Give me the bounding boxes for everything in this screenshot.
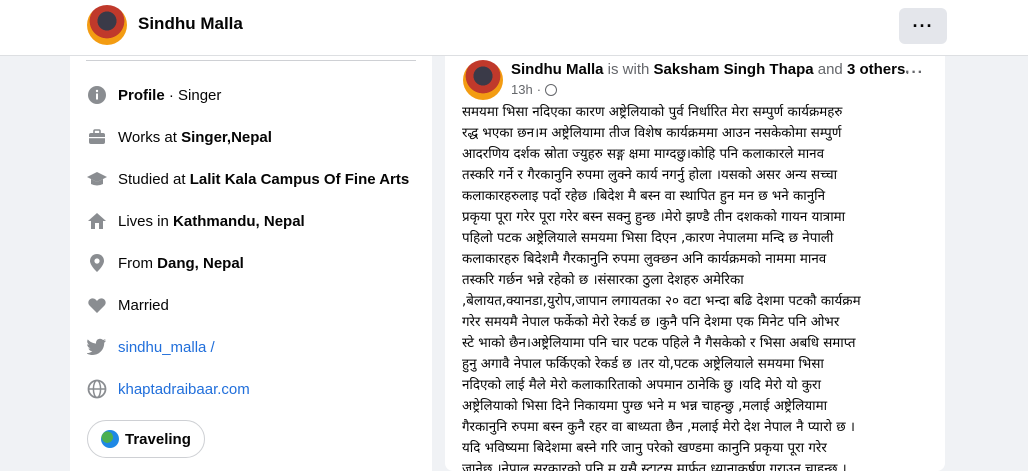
intro-website-row[interactable]: khaptadraibaar.com: [86, 377, 250, 401]
intro-study-bold[interactable]: Lalit Kala Campus Of Fine Arts: [190, 171, 410, 188]
post-line: तस्करि गर्छन भन्ने रहेको छ ।संसारका ठुला…: [462, 273, 744, 288]
graduation-cap-icon: [86, 168, 108, 190]
website-link[interactable]: khaptadraibaar.com: [118, 381, 250, 398]
post-and-text: and: [813, 61, 847, 78]
intro-from-row: From Dang, Nepal: [86, 251, 244, 275]
post-line: तस्करि गर्ने र गैरकानुनि रुपमा लुक्ने का…: [462, 168, 838, 183]
intro-lives-pre: Lives in: [118, 212, 174, 230]
globe-icon: [86, 378, 108, 400]
twitter-icon: [86, 336, 108, 358]
post-line: कलाकारहरु बिदेशमै गैरकानुनि रुपमा लुक्छन…: [462, 252, 827, 267]
earth-icon: [101, 430, 119, 448]
post-timestamp-row: 13h ·: [511, 82, 558, 97]
post-author-avatar[interactable]: [463, 60, 503, 100]
intro-profile-bold: Profile: [118, 86, 165, 104]
intro-from-pre: From: [118, 254, 158, 272]
hobby-label: Traveling: [125, 430, 191, 448]
post-line: यदि भविष्यमा बिदेशमा बस्ने गरि जानु परेक…: [462, 441, 827, 456]
post-line: हुनु अगावै नेपाल फर्किएको रेकर्ड छ ।तर य…: [462, 357, 824, 372]
post-others-link[interactable]: 3 others: [847, 61, 905, 78]
info-icon: [86, 84, 108, 106]
post-more-button[interactable]: ···: [905, 64, 924, 82]
post-line: नदिएको लाई मैले मेरो कलाकारिताको अपमान ठ…: [462, 378, 821, 393]
intro-profile-row: Profile · Singer: [86, 83, 221, 107]
heart-icon: [86, 294, 108, 316]
profile-header-bar: Sindhu Malla ···: [0, 0, 1028, 56]
post-header: Sindhu Malla is with Saksham Singh Thapa…: [511, 61, 909, 78]
intro-from-bold[interactable]: Dang, Nepal: [157, 255, 244, 272]
post-line: स्टे भाको छैन।अष्ट्रेलियामा पनि चार पटक …: [462, 336, 856, 351]
post-line: रद्ध भएका छन।म अष्ट्रेलियामा तीज विशेष क…: [462, 126, 842, 141]
intro-work-row: Works at Singer,Nepal: [86, 125, 272, 149]
post-with-text: is with: [603, 61, 654, 78]
public-globe-icon: [545, 83, 558, 96]
intro-card: Profile · Singer Works at Singer,Nepal S…: [70, 56, 432, 471]
post-line: जानेछु ।नेपाल सरकारको पनि म यसै स्टाटस म…: [462, 462, 847, 471]
post-line: पहिलो पटक अष्ट्रेलियाले समयमा भिसा दिएन …: [462, 231, 834, 246]
intro-study-pre: Studied at: [118, 170, 190, 188]
twitter-link[interactable]: sindhu_malla /: [118, 339, 215, 356]
profile-name[interactable]: Sindhu Malla: [138, 14, 243, 34]
post-line: ,बेलायत,क्यानडा,युरोप,जापान लगायतका २० व…: [462, 294, 861, 309]
location-pin-icon: [86, 252, 108, 274]
intro-study-row: Studied at Lalit Kala Campus Of Fine Art…: [86, 167, 409, 191]
intro-work-pre: Works at: [118, 128, 182, 146]
briefcase-icon: [86, 126, 108, 148]
intro-lives-row: Lives in Kathmandu, Nepal: [86, 209, 305, 233]
intro-lives-bold[interactable]: Kathmandu, Nepal: [173, 213, 305, 230]
intro-twitter-row[interactable]: sindhu_malla /: [86, 335, 215, 359]
post-text: समयमा भिसा नदिएका कारण अष्ट्रेलियाको पुर…: [462, 102, 932, 471]
profile-avatar[interactable]: [87, 5, 127, 45]
post-line: प्रकृया पूरा गरेर पूरा गरेर बस्न सक्नु ह…: [462, 210, 846, 225]
intro-work-bold[interactable]: Singer,Nepal: [181, 129, 272, 146]
post-time[interactable]: 13h: [511, 82, 533, 97]
post-line: आदरणिय दर्शक स्रोता ज्युहरु सङ्ग क्षमा म…: [462, 147, 825, 162]
post-line: अष्ट्रेलियाको भिसा दिने निकायमा पुग्छ भन…: [462, 399, 828, 414]
post-dot: ·: [536, 82, 542, 97]
post-line: गैरकानुनि रुपमा बस्न कुनै रहर वा बाध्यता…: [462, 420, 855, 435]
post-line: गरेर समयमै नेपाल फर्केको मेरो रेकर्ड छ ।…: [462, 315, 840, 330]
divider: [86, 60, 416, 61]
post-author-name[interactable]: Sindhu Malla: [511, 61, 604, 78]
post-card: Sindhu Malla is with Saksham Singh Thapa…: [445, 56, 945, 471]
post-line: समयमा भिसा नदिएका कारण अष्ट्रेलियाको पुर…: [462, 105, 843, 120]
hobby-chip-traveling[interactable]: Traveling: [87, 420, 205, 458]
intro-relationship-row: Married: [86, 293, 169, 317]
intro-relationship-text: Married: [118, 296, 169, 314]
post-line: कलाकारहरुलाइ पर्दो रहेछ ।बिदेश मै बस्न व…: [462, 189, 826, 204]
post-tagged-name[interactable]: Saksham Singh Thapa: [654, 61, 814, 78]
home-icon: [86, 210, 108, 232]
more-options-button[interactable]: ···: [899, 8, 947, 44]
intro-profile-post: · Singer: [164, 86, 222, 104]
